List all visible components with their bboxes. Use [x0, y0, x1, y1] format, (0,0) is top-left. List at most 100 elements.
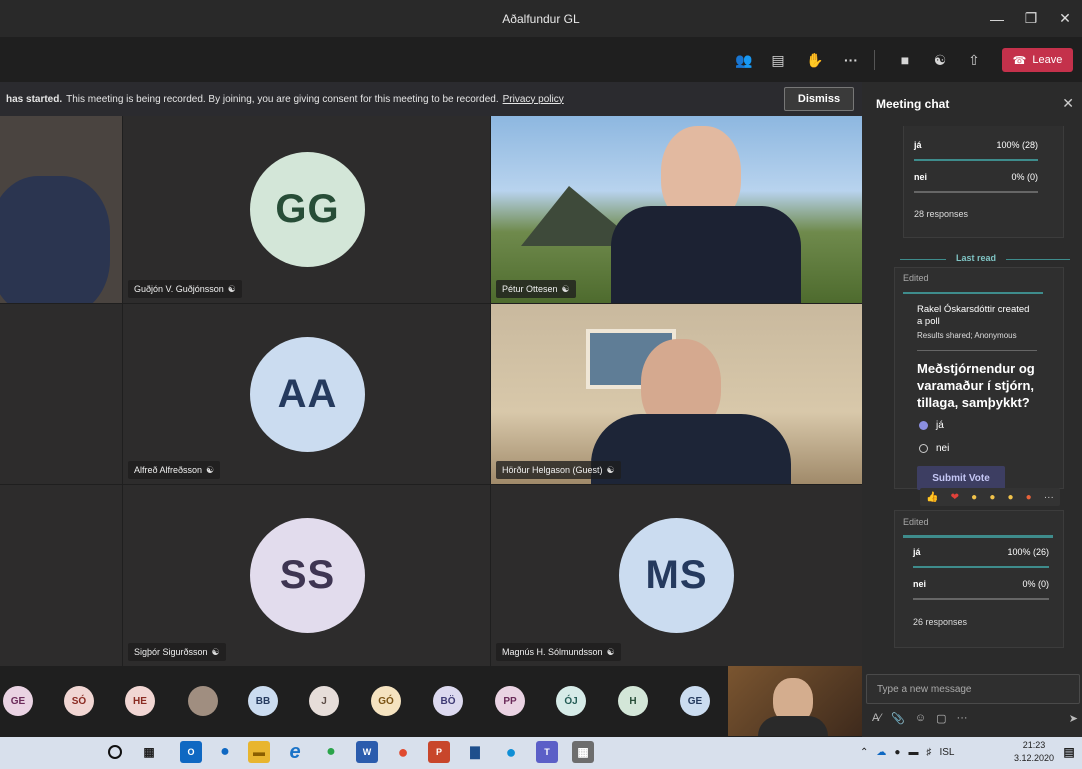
chat-icon[interactable]: ▤ [766, 48, 790, 72]
mic-muted-icon: ☯ [606, 646, 615, 657]
raise-hand-icon[interactable]: ✋ [803, 48, 827, 72]
participant-photo-chip[interactable] [188, 686, 218, 716]
more-options-icon[interactable]: ··· [957, 712, 968, 724]
participant-chip[interactable]: BB [248, 686, 278, 716]
teams-icon[interactable]: T [536, 741, 558, 763]
mic-muted-icon: ☯ [206, 464, 215, 475]
internet-explorer-icon[interactable]: e [284, 741, 306, 763]
notifications-icon[interactable]: ▤ [1058, 741, 1080, 763]
close-chat-icon[interactable]: ✕ [1062, 95, 1074, 112]
poll-result-card: já 100% (28) nei 0% (0) 28 responses [903, 126, 1064, 238]
recording-banner: has started. This meeting is being recor… [0, 82, 862, 116]
calculator-icon[interactable]: ▦ [572, 741, 594, 763]
dismiss-button[interactable]: Dismiss [784, 87, 854, 111]
sad-icon[interactable]: ● [1008, 492, 1014, 503]
minimize-icon[interactable]: — [980, 0, 1014, 37]
message-input[interactable]: Type a new message [866, 674, 1080, 704]
close-window-icon[interactable]: ✕ [1048, 0, 1082, 37]
surprised-icon[interactable]: ● [989, 492, 995, 503]
video-tile[interactable]: Hörður Helgason (Guest) ☯ [491, 304, 862, 484]
onedrive-icon[interactable]: ☁ [876, 747, 886, 758]
chart-app-icon[interactable]: ▇ [464, 741, 486, 763]
participants-icon[interactable]: 👥 [732, 48, 756, 72]
poll-option: já [914, 140, 922, 150]
choice-label: nei [936, 443, 950, 454]
battery-icon[interactable]: ▬ [908, 747, 918, 758]
leave-button[interactable]: ☎ Leave [1002, 48, 1073, 72]
self-video-preview[interactable] [728, 666, 862, 736]
poll-option-row: nei 0% (0) [914, 172, 1038, 182]
person-body [758, 716, 828, 736]
more-reactions-icon[interactable]: ··· [1044, 492, 1054, 503]
powerpoint-icon[interactable]: P [428, 741, 450, 763]
clock-date: 3.12.2020 [1013, 753, 1055, 763]
video-tile[interactable]: SS Sigþór Sigurðsson ☯ [123, 485, 490, 666]
participant-name: Magnús H. Sólmundsson [502, 647, 603, 657]
poll-choice-nei[interactable]: nei [919, 443, 949, 454]
laugh-icon[interactable]: ● [971, 492, 977, 503]
poll-result-card: Edited já 100% (26) nei 0% (0) 26 respon… [894, 510, 1064, 648]
poll-question: Meðstjórnendur og varamaður í stjórn, ti… [917, 361, 1035, 410]
participant-chip[interactable]: H [618, 686, 648, 716]
participant-chip[interactable]: GÓ [371, 686, 401, 716]
more-actions-icon[interactable]: ··· [839, 48, 863, 72]
card-accent [903, 292, 1043, 294]
edited-label: Edited [903, 273, 929, 283]
task-view-icon[interactable]: ▦ [138, 741, 160, 763]
angry-icon[interactable]: ● [1026, 492, 1032, 503]
emoji-icon[interactable]: ☺ [915, 712, 926, 724]
divider [917, 350, 1037, 351]
chat-header: Meeting chat ✕ [862, 82, 1082, 126]
submit-vote-button[interactable]: Submit Vote [917, 466, 1005, 490]
poll-option: nei [913, 579, 927, 589]
share-screen-icon[interactable]: ⇧ [962, 48, 986, 72]
word-icon[interactable]: W [356, 741, 378, 763]
video-tile[interactable]: Pétur Ottesen ☯ [491, 116, 862, 303]
mic-off-icon[interactable]: ☯ [928, 48, 952, 72]
edge-icon[interactable]: ● [500, 741, 522, 763]
participant-chip[interactable]: GE [3, 686, 33, 716]
maximize-icon[interactable]: ❐ [1014, 0, 1048, 37]
clock[interactable]: 21:23 3.12.2020 [1012, 739, 1056, 765]
video-tile[interactable]: MS Magnús H. Sólmundsson ☯ [491, 485, 862, 666]
camera-icon[interactable]: ■ [893, 48, 917, 72]
poll-responses: 26 responses [913, 617, 968, 627]
volume-icon[interactable]: ♯ [926, 747, 931, 758]
gif-icon[interactable]: ▢ [936, 712, 946, 725]
search-icon[interactable] [108, 745, 122, 759]
poll-option-row: nei 0% (0) [913, 579, 1049, 589]
participant-chip[interactable]: PP [495, 686, 525, 716]
poll-meta: Results shared; Anonymous [917, 331, 1017, 340]
participant-chip[interactable]: ÓJ [556, 686, 586, 716]
avatar: GG [250, 152, 365, 267]
format-icon[interactable]: A⁄ [872, 712, 881, 724]
heart-icon[interactable]: ❤ [951, 492, 959, 503]
participant-chip[interactable]: SÓ [64, 686, 94, 716]
participant-name-label: Sigþór Sigurðsson ☯ [128, 643, 226, 661]
send-icon[interactable]: ➤ [1069, 712, 1078, 725]
outlook-icon[interactable]: O [180, 741, 202, 763]
attach-icon[interactable]: 📎 [891, 712, 905, 725]
participant-chip[interactable]: J [309, 686, 339, 716]
poll-bar [913, 566, 1049, 568]
radio-empty-icon [919, 444, 928, 453]
edited-label: Edited [903, 517, 929, 527]
skype-icon[interactable]: ● [214, 741, 236, 763]
privacy-policy-link[interactable]: Privacy policy [503, 94, 564, 105]
video-tile[interactable]: AA Alfreð Alfreðsson ☯ [123, 304, 490, 484]
like-icon[interactable]: 👍 [926, 492, 938, 503]
system-tray: ⌃ ☁ ● ▬ ♯ ISL [860, 741, 954, 763]
participant-chip[interactable]: BÖ [433, 686, 463, 716]
tray-chevron-icon[interactable]: ⌃ [860, 747, 868, 758]
toolbar-divider [874, 50, 875, 70]
app-green-icon[interactable]: ● [320, 741, 342, 763]
chrome-icon[interactable]: ● [392, 741, 414, 763]
participant-chip[interactable]: HE [125, 686, 155, 716]
participant-chip[interactable]: GE [680, 686, 710, 716]
video-tile[interactable]: GG Guðjón V. Guðjónsson ☯ [123, 116, 490, 303]
file-explorer-icon[interactable]: ▬ [248, 741, 270, 763]
poll-choice-ja[interactable]: já [919, 420, 944, 431]
language-indicator[interactable]: ISL [939, 747, 954, 758]
network-icon[interactable]: ● [894, 747, 900, 758]
meeting-toolbar [0, 37, 1082, 82]
